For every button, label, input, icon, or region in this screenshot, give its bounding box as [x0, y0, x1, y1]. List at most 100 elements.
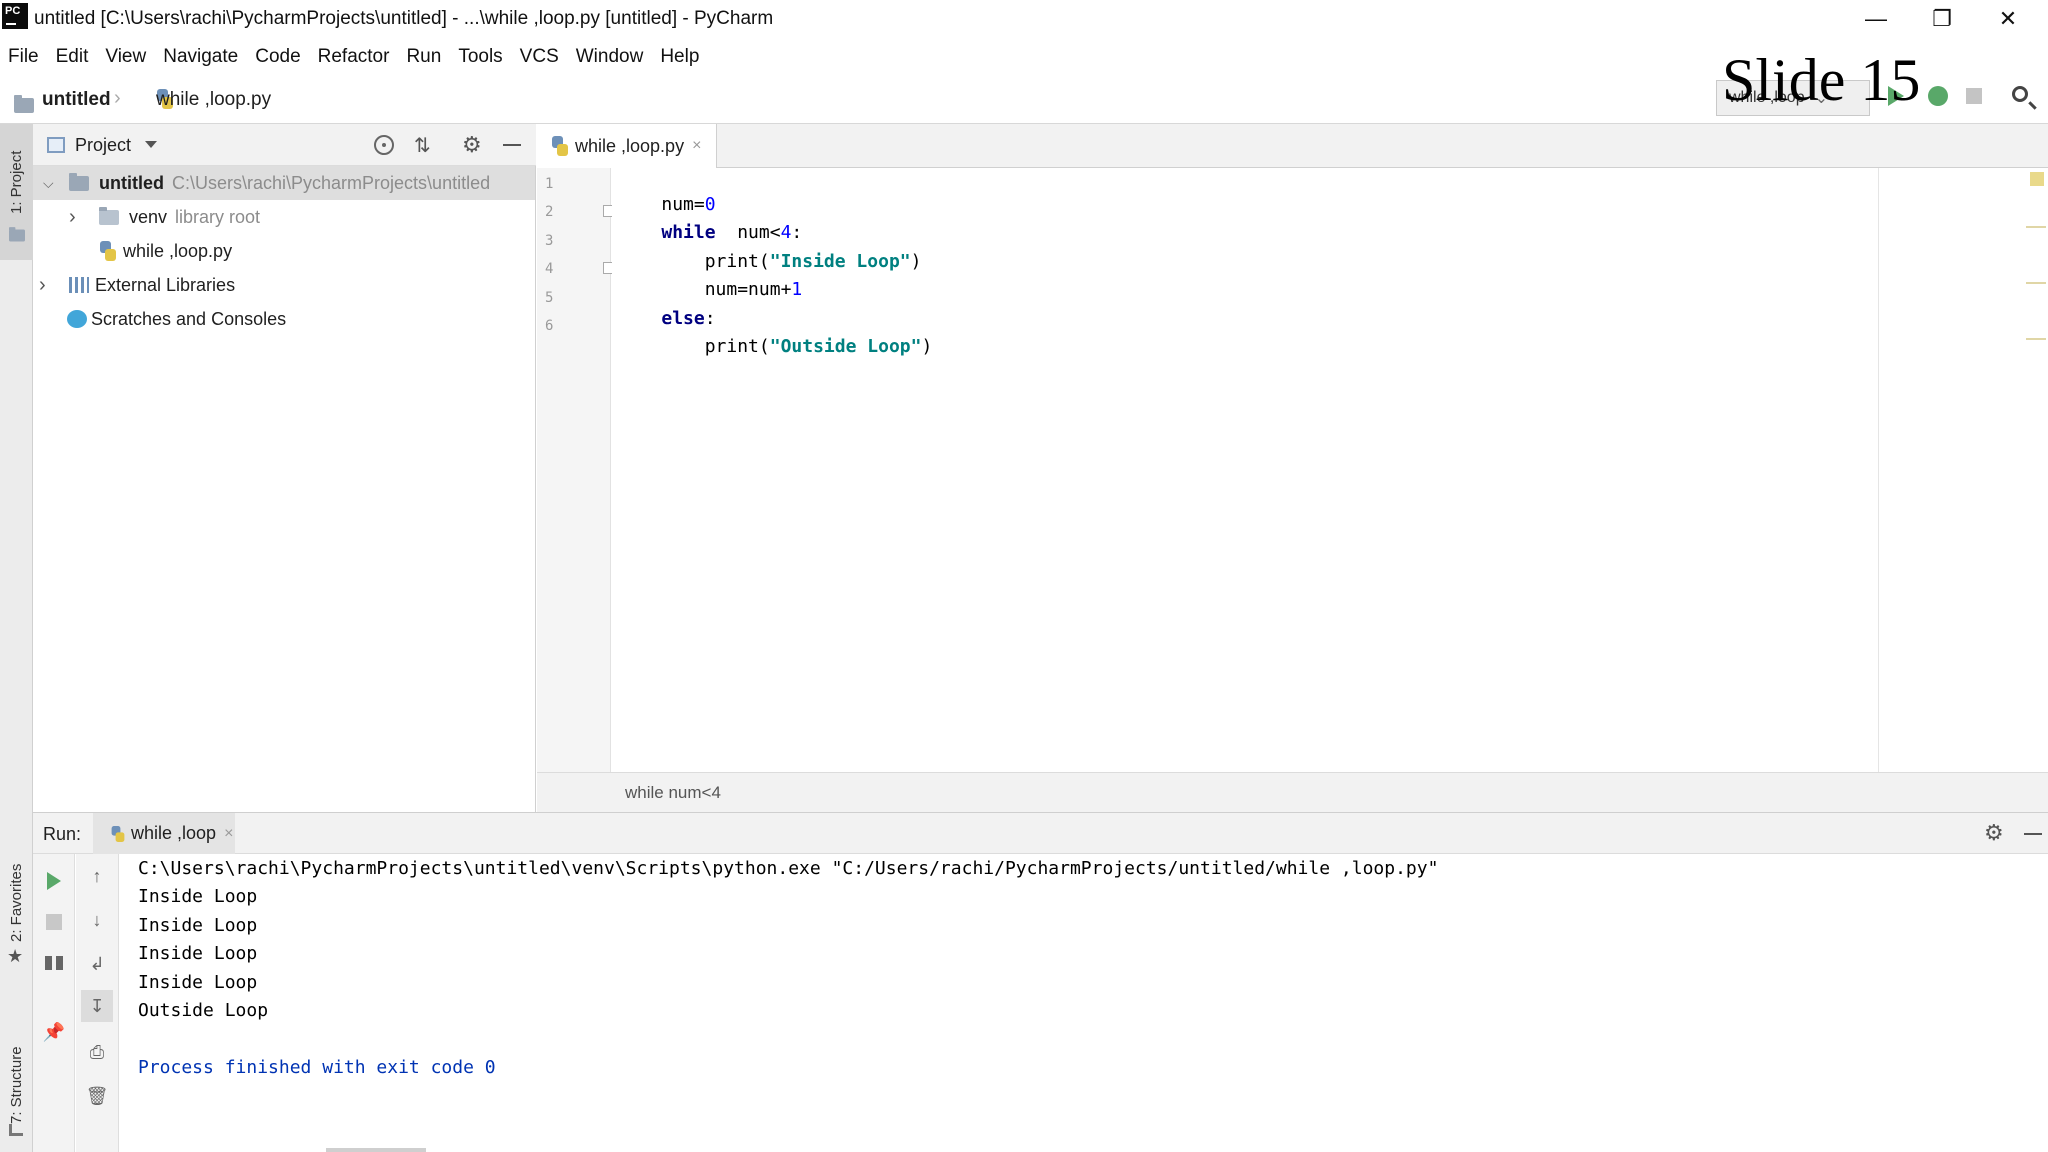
console-line: Inside Loop	[138, 915, 258, 936]
chevron-right-icon[interactable]: ›	[39, 274, 57, 297]
stop-icon[interactable]	[46, 914, 62, 930]
tree-item-detail: library root	[175, 206, 261, 227]
hide-panel-icon[interactable]	[503, 144, 521, 146]
project-panel: Project ⇅ ⚙ ⌵ untitled C:\Users\rachi\Py…	[33, 124, 536, 812]
horizontal-scrollbar[interactable]	[326, 1148, 426, 1152]
chevron-down-icon[interactable]: ⌵	[43, 175, 61, 192]
scroll-to-end-icon[interactable]: ↧	[81, 990, 113, 1022]
run-panel-header: Run: while ,loop × ⚙	[33, 812, 2048, 854]
menu-tools[interactable]: Tools	[458, 46, 502, 68]
menu-vcs[interactable]: VCS	[520, 46, 559, 68]
gear-icon[interactable]: ⚙	[462, 132, 482, 158]
close-tab-icon[interactable]: ×	[692, 137, 701, 155]
python-file-icon	[111, 825, 125, 842]
console-line: Outside Loop	[138, 1000, 269, 1021]
breadcrumb-file[interactable]: while ,loop.py	[156, 89, 271, 111]
editor-breadcrumb: while num<4	[537, 772, 2048, 812]
tree-item-label: untitled	[99, 172, 164, 193]
tree-item-while-loop-py[interactable]: while ,loop.py	[33, 234, 535, 268]
star-icon: ★	[7, 946, 24, 966]
right-margin-guide	[1878, 168, 1879, 772]
menu-window[interactable]: Window	[576, 46, 644, 68]
project-view-icon	[47, 137, 65, 153]
folder-icon	[9, 227, 25, 242]
tree-item-scratches[interactable]: Scratches and Consoles	[33, 302, 535, 336]
tree-item-external-libraries[interactable]: › External Libraries	[33, 268, 535, 302]
line-number: 3	[545, 233, 554, 249]
title-bar: PC untitled [C:\Users\rachi\PycharmProje…	[0, 0, 2048, 38]
menu-navigate[interactable]: Navigate	[163, 46, 238, 68]
stop-icon[interactable]	[1966, 88, 1982, 104]
run-toolbar-secondary: ↑ ↓ ↲ ↧ ⎙ 🗑	[76, 854, 119, 1152]
console-line: Inside Loop	[138, 943, 258, 964]
editor-tab-while-loop[interactable]: while ,loop.py ×	[537, 124, 717, 168]
console-line: C:\Users\rachi\PycharmProjects\untitled\…	[138, 858, 1439, 879]
tree-item-label: Scratches and Consoles	[91, 308, 287, 329]
line-number-gutter: 1 2 3 4 5 6	[537, 168, 613, 772]
folder-icon	[14, 95, 34, 113]
line-number: 6	[545, 318, 554, 334]
menu-help[interactable]: Help	[660, 46, 699, 68]
menu-run[interactable]: Run	[406, 46, 441, 68]
menu-refactor[interactable]: Refactor	[318, 46, 390, 68]
folder-icon	[99, 206, 119, 225]
tree-item-untitled[interactable]: ⌵ untitled C:\Users\rachi\PycharmProject…	[33, 166, 535, 200]
tree-item-venv[interactable]: › venv library root	[33, 200, 535, 234]
trash-icon[interactable]: 🗑	[85, 1084, 109, 1108]
chevron-down-icon[interactable]	[145, 141, 157, 148]
project-view-selector[interactable]: Project	[75, 135, 131, 156]
rerun-icon[interactable]	[47, 872, 61, 890]
collapse-all-icon[interactable]: ⇅	[414, 133, 431, 158]
breadcrumb-project[interactable]: untitled	[42, 89, 111, 111]
line-number: 1	[545, 176, 554, 192]
structure-icon	[9, 1124, 23, 1136]
soft-wrap-icon[interactable]: ↲	[85, 952, 109, 976]
console-output[interactable]: C:\Users\rachi\PycharmProjects\untitled\…	[120, 854, 2048, 1152]
slide-number-overlay: Slide 15	[1722, 47, 1921, 113]
arrow-down-icon[interactable]: ↓	[85, 908, 109, 932]
search-icon[interactable]	[2012, 86, 2028, 102]
scroll-marker[interactable]	[2026, 226, 2046, 228]
left-tool-strip: 1: Project 2: Favorites ★ 7: Structure	[0, 124, 33, 1152]
close-tab-icon[interactable]: ×	[224, 825, 233, 843]
project-tab-label[interactable]: 1: Project	[8, 151, 25, 214]
gear-icon[interactable]: ⚙	[1984, 820, 2004, 846]
structure-tab-label[interactable]: 7: Structure	[8, 1046, 25, 1124]
menu-edit[interactable]: Edit	[56, 46, 89, 68]
line-number: 5	[545, 290, 554, 306]
maximize-button[interactable]: ❐	[1909, 0, 1975, 38]
editor-tab-label: while ,loop.py	[575, 135, 685, 156]
inspection-status-icon[interactable]	[2030, 172, 2044, 186]
favorites-tab-label[interactable]: 2: Favorites	[8, 864, 25, 942]
run-tab-label: while ,loop	[131, 823, 217, 843]
debug-icon[interactable]	[1928, 86, 1948, 106]
code-editor[interactable]: num=0 while num<4: print("Inside Loop") …	[612, 168, 2048, 772]
layout-icon[interactable]	[45, 956, 63, 970]
print-icon[interactable]: ⎙	[85, 1040, 109, 1064]
project-panel-header: Project ⇅ ⚙	[33, 124, 536, 166]
tree-item-label: venv	[129, 206, 168, 227]
hide-panel-icon[interactable]	[2024, 833, 2042, 835]
arrow-up-icon[interactable]: ↑	[85, 864, 109, 888]
process-finished-line: Process finished with exit code 0	[138, 1057, 496, 1078]
code-line-6: print("Outside Loop")	[618, 315, 933, 378]
breadcrumb-separator: ›	[114, 87, 121, 109]
editor-tab-bar: while ,loop.py ×	[537, 124, 2048, 168]
pin-icon[interactable]: 📌	[42, 1020, 66, 1044]
scroll-marker[interactable]	[2026, 282, 2046, 284]
menu-view[interactable]: View	[105, 46, 146, 68]
scroll-marker[interactable]	[2026, 338, 2046, 340]
console-line: Inside Loop	[138, 972, 258, 993]
pycharm-logo-icon: PC	[2, 3, 28, 29]
chevron-right-icon[interactable]: ›	[69, 206, 87, 229]
menu-file[interactable]: File	[8, 46, 39, 68]
console-line: Inside Loop	[138, 886, 258, 907]
library-icon	[69, 277, 89, 293]
menu-code[interactable]: Code	[255, 46, 300, 68]
breadcrumb-item[interactable]: while num<4	[625, 783, 721, 803]
close-button[interactable]: ✕	[1975, 0, 2041, 38]
run-tab-while-loop[interactable]: while ,loop ×	[93, 813, 235, 854]
minimize-button[interactable]: —	[1843, 0, 1909, 38]
code-text: print("Outside Loop")	[661, 336, 933, 357]
folder-icon	[69, 172, 89, 191]
